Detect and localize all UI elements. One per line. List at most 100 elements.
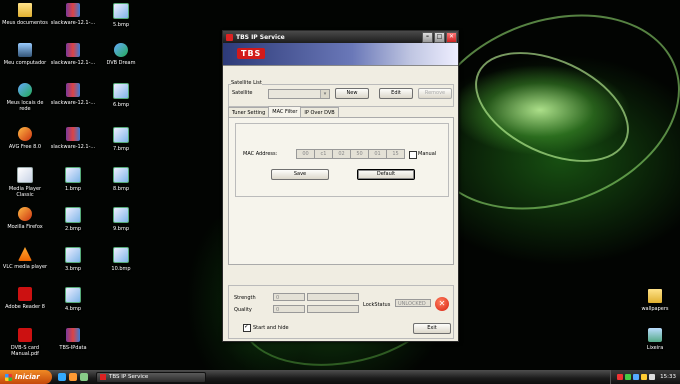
quality-field: 0 [273,305,305,313]
recycle-bin-icon [648,328,662,342]
archive-icon [66,328,80,342]
image-file-icon [113,247,129,263]
desktop-icon-slackware-1[interactable]: slackware-12.1-... [50,3,96,26]
taskbar-item-label: TBS IP Service [109,374,149,380]
desktop-icon-10-bmp[interactable]: 10.bmp [98,247,144,272]
tbs-logo: TBS [237,48,266,59]
desktop-icon-slackware-2[interactable]: slackware-12.1-... [50,43,96,66]
image-file-icon [113,127,129,143]
quality-label: Quality [234,307,252,313]
desktop-icon-2-bmp[interactable]: 2.bmp [50,207,96,232]
default-button[interactable]: Default [357,169,415,180]
strength-bar [307,293,359,301]
mac-octet-2[interactable]: c1 [314,149,333,159]
image-file-icon [113,83,129,99]
window-title: TBS IP Service [236,33,285,41]
show-desktop-icon[interactable] [80,373,88,381]
tray-network-icon[interactable] [625,374,632,380]
archive-icon [66,127,80,141]
mac-octet-4[interactable]: 50 [350,149,369,159]
internet-explorer-icon[interactable] [58,373,66,381]
start-button[interactable]: Iniciar [0,370,52,384]
desktop-icon-dvb-dream[interactable]: DVB Dream [98,43,144,66]
desktop-icon-dvbs-manual[interactable]: DVB-S card Manual.pdf [2,328,48,357]
tbs-ip-service-window: TBS IP Service – □ ✕ TBS Satellite List … [222,30,459,342]
desktop-icon-4-bmp[interactable]: 4.bmp [50,287,96,312]
folder-icon [648,289,662,303]
archive-icon [66,43,80,57]
satellite-label: Satellite [232,90,253,96]
desktop-icon-media-player-classic[interactable]: Media Player Classic [2,167,48,198]
start-and-hide-label: Start and hide [253,325,289,331]
strength-label: Strength [234,295,256,301]
lockstatus-field: UNLOCKED [395,299,431,307]
mac-filter-group [235,123,449,197]
firefox-icon[interactable] [69,373,77,381]
start-and-hide-checkbox[interactable] [243,323,251,332]
minimize-button[interactable]: – [422,31,433,43]
system-tray: 15:33 [610,370,680,384]
app-icon [100,374,106,380]
desktop-icon-adobe-reader[interactable]: Adobe Reader 8 [2,287,48,310]
desktop-icon-meu-computador[interactable]: Meu computador [2,43,48,66]
mac-octet-3[interactable]: 02 [332,149,351,159]
desktop-icon-wallpapers[interactable]: wallpapers [632,289,678,312]
pdf-icon [18,328,32,342]
manual-label: Manual [418,151,437,157]
unlocked-error-icon: ✕ [435,297,449,311]
desktop-icon-lixeira[interactable]: Lixeira [632,328,678,351]
lockstatus-label: LockStatus [363,302,391,308]
satellite-select[interactable]: ▾ [268,89,330,99]
close-button[interactable]: ✕ [446,31,457,43]
image-file-icon [65,207,81,223]
manual-checkbox[interactable] [409,151,417,159]
adobe-reader-icon [18,287,32,301]
desktop-icon-5-bmp[interactable]: 5.bmp [98,3,144,28]
firefox-icon [18,207,32,221]
strength-field: 0 [273,293,305,301]
desktop-icon-9-bmp[interactable]: 9.bmp [98,207,144,232]
media-player-icon [17,167,33,183]
desktop-icon-6-bmp[interactable]: 6.bmp [98,83,144,108]
tray-volume-icon[interactable] [633,374,640,380]
maximize-button[interactable]: □ [434,31,445,43]
clock[interactable]: 15:33 [660,374,676,380]
desktop-icon-avg[interactable]: AVG Free 8.0 [2,127,48,150]
exit-button[interactable]: Exit [413,323,451,334]
desktop-icon-slackware-4[interactable]: slackware-12.1-... [50,127,96,150]
mac-octet-6[interactable]: 15 [386,149,405,159]
image-file-icon [65,247,81,263]
desktop-icon-7-bmp[interactable]: 7.bmp [98,127,144,152]
tray-security-icon[interactable] [641,374,648,380]
desktop-icon-mozilla-firefox[interactable]: Mozilla Firefox [2,207,48,230]
tray-monitor-icon[interactable] [649,374,656,380]
folder-icon [18,3,32,17]
desktop-icon-3-bmp[interactable]: 3.bmp [50,247,96,272]
desktop-icon-meus-locais-de-rede[interactable]: Meus locais de rede [2,83,48,112]
desktop-icon-meus-documentos[interactable]: Meus documentos [2,3,48,26]
mac-octet-5[interactable]: 01 [368,149,387,159]
window-titlebar[interactable]: TBS IP Service – □ ✕ [223,31,458,43]
image-file-icon [65,167,81,183]
desktop-icon-1-bmp[interactable]: 1.bmp [50,167,96,192]
remove-button[interactable]: Remove [418,88,452,99]
image-file-icon [113,207,129,223]
desktop-icon-slackware-3[interactable]: slackware-12.1-... [50,83,96,106]
windows-logo-icon [5,373,12,381]
quick-launch [58,373,88,381]
computer-icon [18,43,32,57]
mac-octet-1[interactable]: 00 [296,149,315,159]
save-button[interactable]: Save [271,169,329,180]
network-icon [18,83,32,97]
desktop-icon-8-bmp[interactable]: 8.bmp [98,167,144,192]
taskbar-item-tbs-ip-service[interactable]: TBS IP Service [96,371,206,383]
avg-icon [18,127,32,141]
desktop-icon-vlc[interactable]: VLC media player [2,247,48,270]
new-button[interactable]: New [335,88,369,99]
image-file-icon [113,3,129,19]
chevron-down-icon: ▾ [320,90,329,98]
desktop-icon-tbs-ipdata[interactable]: TBS-IPdata [50,328,96,351]
tray-antivirus-icon[interactable] [617,374,624,380]
edit-button[interactable]: Edit [379,88,413,99]
dvb-dream-icon [114,43,128,57]
